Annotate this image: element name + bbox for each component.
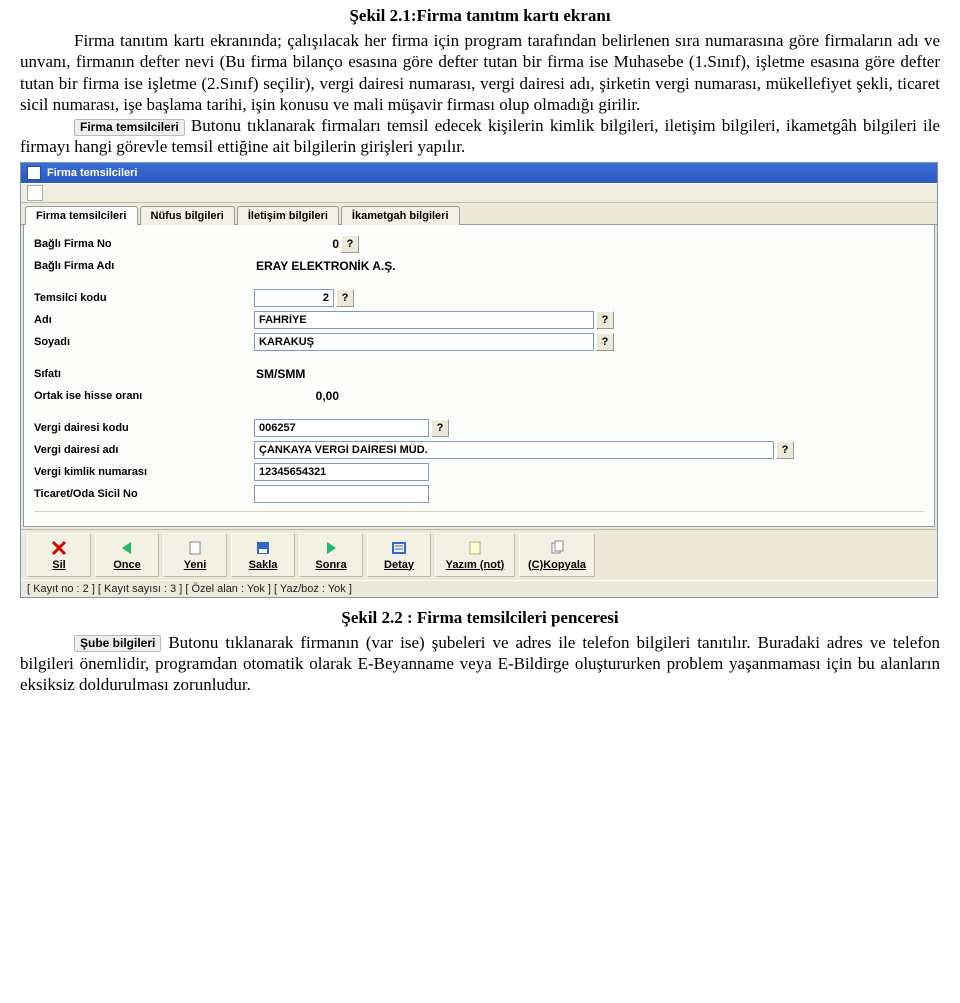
- input-temsilci-kodu[interactable]: [254, 289, 334, 307]
- sube-bilgileri-button[interactable]: Şube bilgileri: [74, 635, 161, 652]
- label-bagli-firma-adi: Bağlı Firma Adı: [34, 260, 254, 272]
- arrow-left-icon: [118, 539, 136, 557]
- figure-title-2: Şekil 2.2 : Firma temsilcileri penceresi: [20, 608, 940, 628]
- paragraph-3-container: Şube bilgileri Butonu tıklanarak firmanı…: [20, 632, 940, 696]
- input-adi[interactable]: [254, 311, 594, 329]
- lookup-vergi-dairesi-adi[interactable]: ?: [776, 441, 794, 459]
- toolbar-yazim-not[interactable]: Yazım (not): [435, 533, 515, 577]
- toolbar-sil[interactable]: Sil: [27, 533, 91, 577]
- label-vergi-dairesi-kodu: Vergi dairesi kodu: [34, 422, 254, 434]
- new-icon: [186, 539, 204, 557]
- input-vergi-dairesi-kodu[interactable]: [254, 419, 429, 437]
- label-vergi-kimlik: Vergi kimlik numarası: [34, 466, 254, 478]
- toolbar-once[interactable]: Once: [95, 533, 159, 577]
- window-toolbar: Sil Once Yeni Sakla Sonra: [21, 529, 937, 580]
- tab-nufus-bilgileri[interactable]: Nüfus bilgileri: [140, 206, 235, 225]
- paragraph-2-container: Firma temsilcileri Butonu tıklanarak fir…: [20, 115, 940, 158]
- arrow-right-icon: [322, 539, 340, 557]
- input-ticaret-sicil[interactable]: [254, 485, 429, 503]
- window-titlebar: Firma temsilcileri: [21, 163, 937, 183]
- input-vergi-kimlik[interactable]: [254, 463, 429, 481]
- tabstrip: Firma temsilcileri Nüfus bilgileri İleti…: [21, 205, 937, 225]
- detail-icon: [390, 539, 408, 557]
- toolbar-kopyala[interactable]: (C)Kopyala: [519, 533, 595, 577]
- delete-icon: [50, 539, 68, 557]
- tab-iletisim-bilgileri[interactable]: İletişim bilgileri: [237, 206, 339, 225]
- tab-firma-temsilcileri[interactable]: Firma temsilcileri: [25, 206, 138, 225]
- copy-icon: [548, 539, 566, 557]
- label-sifati: Sıfatı: [34, 368, 254, 380]
- toolbar-sonra[interactable]: Sonra: [299, 533, 363, 577]
- label-vergi-dairesi-adi: Vergi dairesi adı: [34, 444, 254, 456]
- note-icon: [466, 539, 484, 557]
- status-bar: [ Kayıt no : 2 ] [ Kayıt sayısı : 3 ] [ …: [21, 580, 937, 597]
- window-title: Firma temsilcileri: [47, 167, 138, 179]
- value-sifati: SM/SMM: [254, 367, 305, 381]
- lookup-adi[interactable]: ?: [596, 311, 614, 329]
- form-body: Bağlı Firma No 0 ? Bağlı Firma Adı ERAY …: [23, 225, 935, 527]
- value-bagli-firma-no: 0: [254, 237, 339, 251]
- window-icon: [27, 166, 41, 180]
- toolbar-yeni[interactable]: Yeni: [163, 533, 227, 577]
- label-bagli-firma-no: Bağlı Firma No: [34, 238, 254, 250]
- lookup-vergi-dairesi-kodu[interactable]: ?: [431, 419, 449, 437]
- lookup-temsilci-kodu[interactable]: ?: [336, 289, 354, 307]
- figure-title-1: Şekil 2.1:Firma tanıtım kartı ekranı: [20, 6, 940, 26]
- lookup-soyadi[interactable]: ?: [596, 333, 614, 351]
- paragraph-1: Firma tanıtım kartı ekranında; çalışılac…: [20, 30, 940, 115]
- value-ortak-hisse: 0,00: [254, 389, 339, 403]
- label-temsilci-kodu: Temsilci kodu: [34, 292, 254, 304]
- tab-ikametgah-bilgileri[interactable]: İkametgah bilgileri: [341, 206, 460, 225]
- label-adi: Adı: [34, 314, 254, 326]
- lookup-bagli-firma-no[interactable]: ?: [341, 235, 359, 253]
- toolbar-detay[interactable]: Detay: [367, 533, 431, 577]
- label-ticaret-sicil: Ticaret/Oda Sicil No: [34, 488, 254, 500]
- input-soyadi[interactable]: [254, 333, 594, 351]
- input-vergi-dairesi-adi[interactable]: [254, 441, 774, 459]
- save-icon: [254, 539, 272, 557]
- label-soyadi: Soyadı: [34, 336, 254, 348]
- toolbar-sakla[interactable]: Sakla: [231, 533, 295, 577]
- firma-temsilcileri-window: Firma temsilcileri Firma temsilcileri Nü…: [20, 162, 938, 598]
- value-bagli-firma-adi: ERAY ELEKTRONİK A.Ş.: [254, 259, 396, 273]
- firma-temsilcileri-button[interactable]: Firma temsilcileri: [74, 119, 185, 136]
- menu-icon[interactable]: [27, 185, 43, 201]
- window-menubar: [21, 183, 937, 203]
- label-ortak-hisse: Ortak ise hisse oranı: [34, 390, 254, 402]
